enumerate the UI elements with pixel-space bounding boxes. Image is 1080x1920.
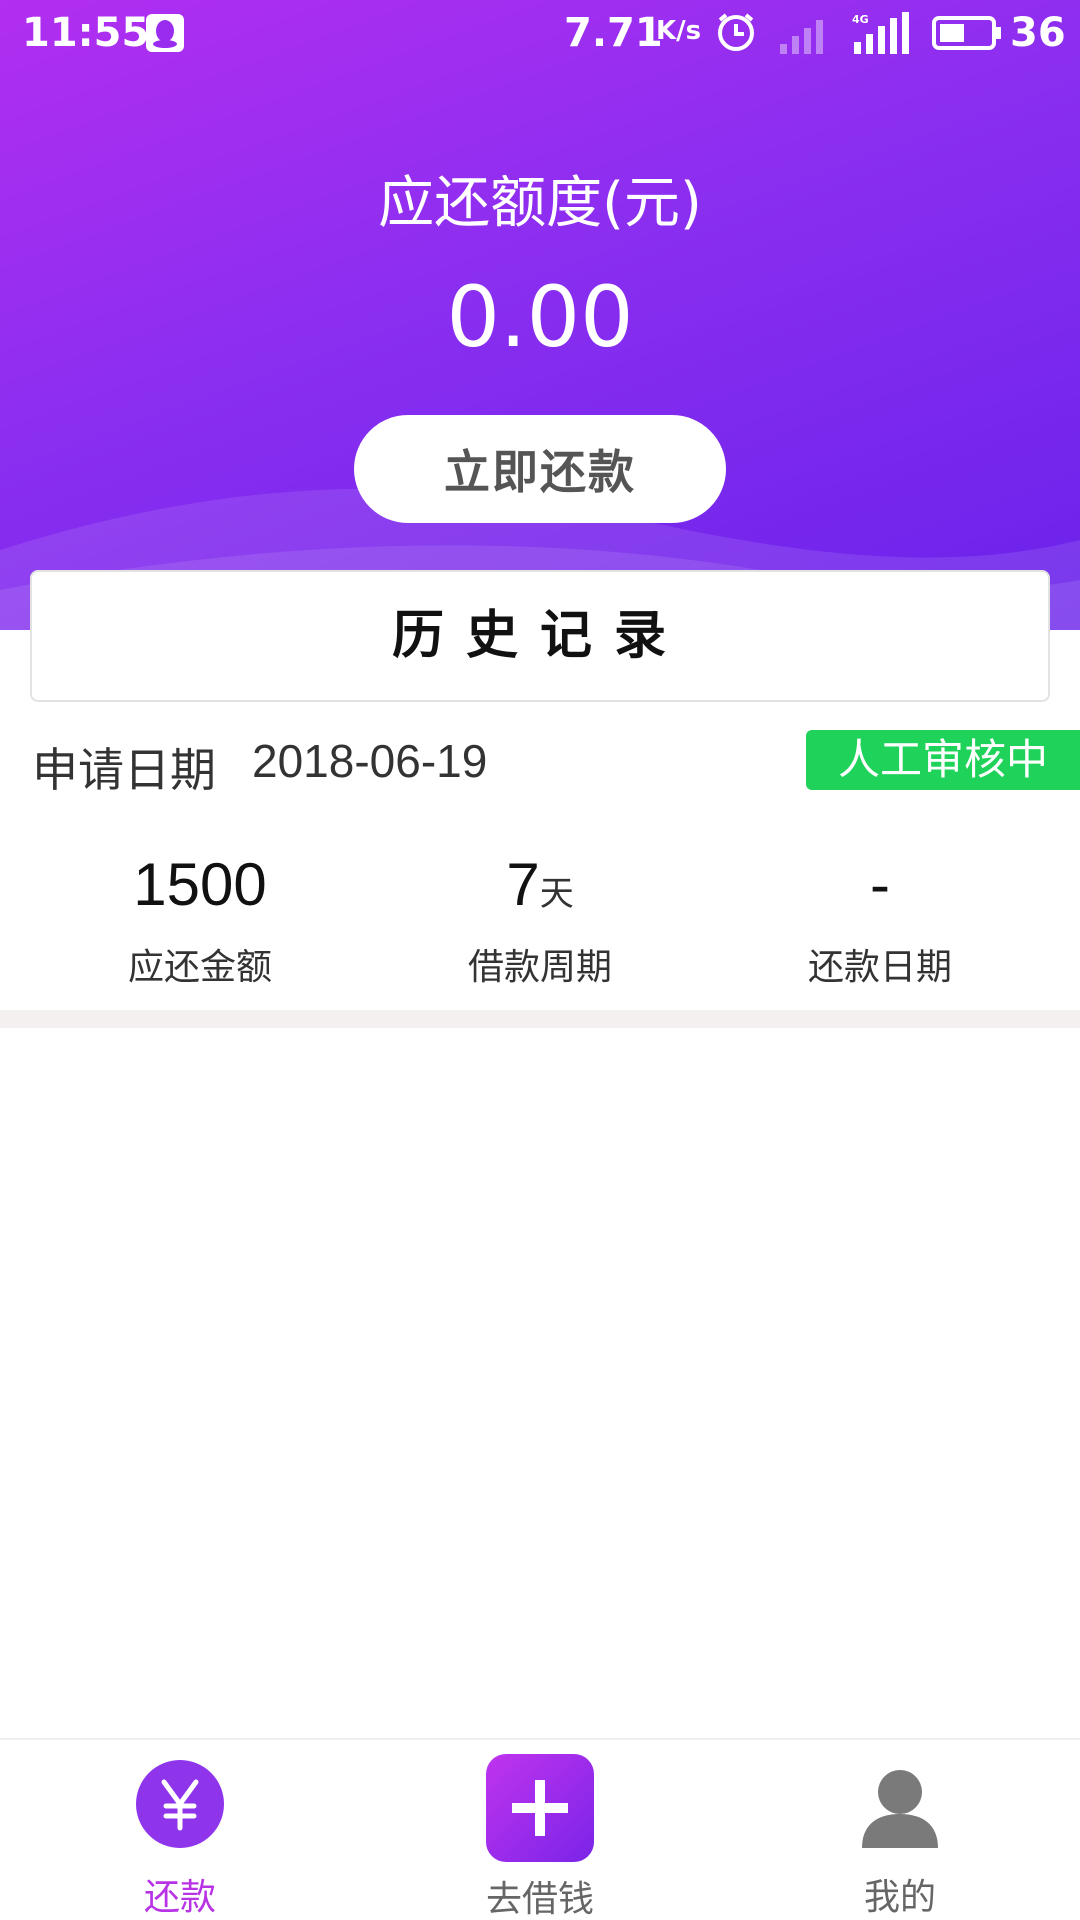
stat-label: 还款日期 [807, 947, 952, 988]
network-speed-unit: K/s [656, 16, 702, 46]
status-time: 11:55 [22, 10, 150, 56]
nav-item-repay[interactable]: 还款 [0, 1740, 360, 1920]
nav-label-repay: 还款 [143, 1877, 216, 1918]
signal-icon [780, 20, 823, 54]
section-divider [0, 1010, 1080, 1028]
stat-value: 7 [506, 851, 540, 918]
battery-icon [932, 16, 1001, 50]
plus-icon [486, 1754, 594, 1862]
nav-item-mine[interactable]: 我的 [720, 1740, 1080, 1920]
application-date-value: 2018-06-19 [252, 735, 488, 787]
nav-item-borrow[interactable]: 去借钱 [360, 1740, 720, 1920]
svg-text:4G: 4G [852, 13, 869, 26]
status-bar: 11:55 7.71 K/s 4G 36 [0, 0, 1080, 66]
network-speed: 7.71 [564, 10, 663, 56]
stat-value: 1500 [133, 851, 267, 918]
bottom-navigation: 还款 去借钱 我的 [0, 1738, 1080, 1920]
stat-unit: 天 [539, 875, 574, 913]
battery-level: 36 [1010, 10, 1066, 56]
application-date-label: 申请日期 [32, 743, 216, 797]
status-badge: 人工审核中 [806, 730, 1080, 790]
alarm-icon [718, 13, 754, 51]
amount-due-title: 应还额度(元) [378, 171, 702, 236]
header: 11:55 7.71 K/s 4G 36 应还额度(元) 0.00 立即还款 [0, 0, 1080, 630]
history-records-header: 历史记录 [30, 570, 1050, 702]
stat-value: - [870, 851, 890, 918]
stat-repayment-date: - 还款日期 [700, 850, 1060, 990]
qq-icon [146, 14, 184, 52]
stat-label: 应还金额 [127, 947, 272, 988]
amount-due-value: 0.00 [446, 268, 634, 366]
nav-label-mine: 我的 [863, 1877, 936, 1918]
signal-4g-icon: 4G [852, 12, 909, 54]
stat-amount-due: 1500 应还金额 [20, 850, 380, 990]
yen-icon [136, 1760, 224, 1848]
user-icon [862, 1770, 938, 1848]
nav-label-borrow: 去借钱 [485, 1879, 594, 1920]
repay-now-button[interactable]: 立即还款 [354, 415, 726, 523]
stat-loan-period: 7天 借款周期 [360, 850, 720, 990]
repayment-page: 11:55 7.71 K/s 4G 36 应还额度(元) 0.00 立即还款 历… [0, 0, 1080, 1920]
stat-label: 借款周期 [467, 947, 612, 988]
